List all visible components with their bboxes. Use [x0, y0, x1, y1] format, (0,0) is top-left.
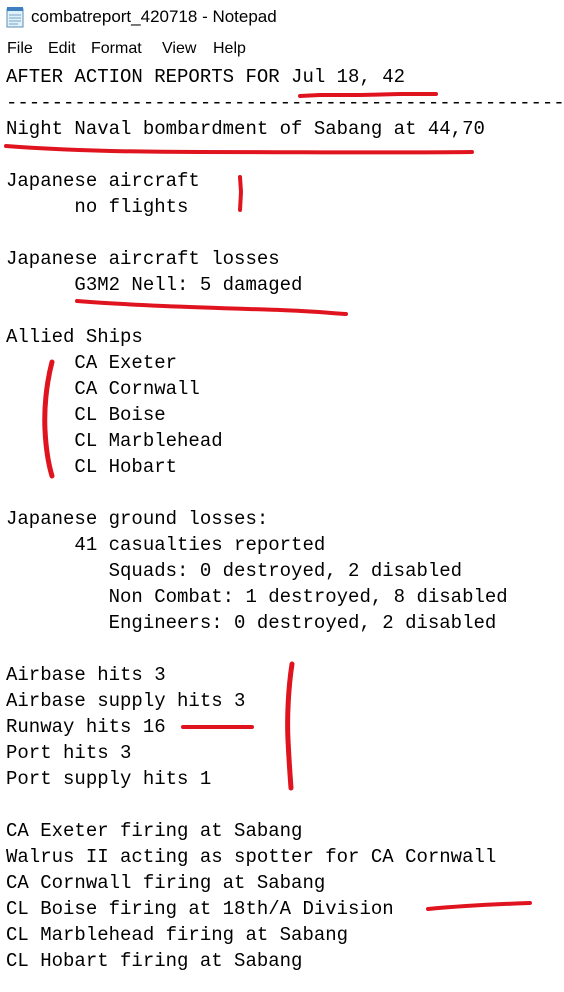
text-line: Japanese aircraft losses: [6, 248, 280, 270]
text-line: CA Cornwall: [6, 378, 200, 400]
text-line: Walrus II acting as spotter for CA Cornw…: [6, 846, 497, 868]
text-line: CL Boise: [6, 404, 166, 426]
text-line: CL Hobart firing at Sabang: [6, 950, 303, 972]
menu-edit[interactable]: Edit: [48, 40, 76, 58]
notepad-window: combatreport_420718 - Notepad File Edit …: [0, 0, 564, 992]
notepad-icon: [6, 7, 24, 28]
text-line: Runway hits 16: [6, 716, 166, 738]
text-line: CA Cornwall firing at Sabang: [6, 872, 326, 894]
text-line: CA Exeter firing at Sabang: [6, 820, 303, 842]
menu-bar: File Edit Format View Help: [0, 36, 564, 65]
text-line: Allied Ships: [6, 326, 143, 348]
separator-line: ----------------------------------------…: [6, 92, 564, 114]
window-title: combatreport_420718 - Notepad: [31, 7, 277, 26]
title-bar[interactable]: combatreport_420718 - Notepad: [0, 0, 564, 36]
text-line: CL Boise firing at 18th/A Division: [6, 898, 394, 920]
text-line: CL Marblehead: [6, 430, 223, 452]
text-line: CL Marblehead firing at Sabang: [6, 924, 349, 946]
text-line: no flights: [6, 196, 189, 218]
text-line: Night Naval bombardment of Sabang at 44,…: [6, 118, 485, 140]
text-line: G3M2 Nell: 5 damaged: [6, 274, 303, 296]
menu-help[interactable]: Help: [213, 40, 246, 58]
text-line: Squads: 0 destroyed, 2 disabled: [6, 560, 463, 582]
text-line: Non Combat: 1 destroyed, 8 disabled: [6, 586, 508, 608]
text-line: CL Hobart: [6, 456, 178, 478]
text-line: CA Exeter: [6, 352, 178, 374]
text-line: Japanese ground losses:: [6, 508, 269, 530]
text-line: 41 casualties reported: [6, 534, 326, 556]
text-line: Engineers: 0 destroyed, 2 disabled: [6, 612, 497, 634]
text-line: Japanese aircraft: [6, 170, 200, 192]
text-editor[interactable]: AFTER ACTION REPORTS FOR Jul 18, 42 ----…: [0, 64, 564, 992]
report-header-line: AFTER ACTION REPORTS FOR Jul 18, 42: [6, 66, 406, 88]
menu-file[interactable]: File: [7, 40, 33, 58]
menu-view[interactable]: View: [162, 40, 196, 58]
text-line: Port hits 3: [6, 742, 132, 764]
text-line: Airbase hits 3: [6, 664, 166, 686]
text-line: Airbase supply hits 3: [6, 690, 246, 712]
text-line: Port supply hits 1: [6, 768, 212, 790]
menu-format[interactable]: Format: [91, 40, 142, 58]
